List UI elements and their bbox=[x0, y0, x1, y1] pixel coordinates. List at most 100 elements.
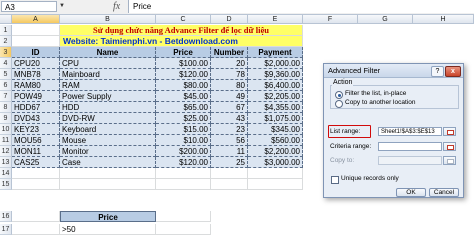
cell-number[interactable]: 78 bbox=[211, 69, 248, 80]
list-range-collapse-icon[interactable] bbox=[443, 127, 456, 136]
column-header-d[interactable]: D bbox=[211, 15, 248, 24]
cell-id[interactable]: CAS25 bbox=[12, 157, 60, 168]
row-header[interactable]: 4 bbox=[0, 58, 12, 69]
cell-payment[interactable]: $4,355.00 bbox=[248, 102, 303, 113]
cell-payment[interactable]: $1,075.00 bbox=[248, 113, 303, 124]
formula-input[interactable]: Price bbox=[128, 0, 474, 13]
website-line[interactable]: Website: Taimienphi.vn - Betdownload.com bbox=[60, 36, 303, 47]
row-header[interactable]: 10 bbox=[0, 124, 12, 135]
cell[interactable] bbox=[12, 179, 60, 190]
column-header-a[interactable]: A bbox=[12, 15, 60, 24]
column-header-e[interactable]: E bbox=[248, 15, 303, 24]
cell-number[interactable]: 49 bbox=[211, 91, 248, 102]
row-header[interactable]: 3 bbox=[0, 47, 12, 58]
row-header[interactable]: 15 bbox=[0, 179, 12, 190]
header-price[interactable]: Price bbox=[156, 47, 211, 58]
dialog-titlebar[interactable]: Advanced Filter ? x bbox=[324, 64, 463, 78]
cell-payment[interactable]: $345.00 bbox=[248, 124, 303, 135]
cell[interactable] bbox=[211, 179, 248, 190]
list-range-input[interactable]: Sheet1!$A$3:$E$13 bbox=[378, 127, 442, 136]
cell-number[interactable]: 43 bbox=[211, 113, 248, 124]
help-icon[interactable]: ? bbox=[431, 66, 444, 77]
cell-number[interactable]: 20 bbox=[211, 58, 248, 69]
cell-payment[interactable]: $9,360.00 bbox=[248, 69, 303, 80]
cell-number[interactable]: 80 bbox=[211, 80, 248, 91]
cell[interactable] bbox=[156, 179, 211, 190]
cell-name[interactable]: Mainboard bbox=[60, 69, 156, 80]
cell-price[interactable]: $45.00 bbox=[156, 91, 211, 102]
cell-payment[interactable]: $2,200.00 bbox=[248, 146, 303, 157]
row-header[interactable]: 13 bbox=[0, 157, 12, 168]
radio-copy-to-location[interactable] bbox=[335, 100, 343, 108]
header-number[interactable]: Number bbox=[211, 47, 248, 58]
copy-to-collapse-icon[interactable] bbox=[443, 156, 456, 165]
radio-copy-to-location-label[interactable]: Copy to another location bbox=[345, 99, 415, 106]
cell-price[interactable]: $25.00 bbox=[156, 113, 211, 124]
row-header[interactable]: 6 bbox=[0, 80, 12, 91]
cell-payment[interactable]: $3,000.00 bbox=[248, 157, 303, 168]
column-header-h[interactable]: H bbox=[413, 15, 474, 24]
cell-price[interactable]: $120.00 bbox=[156, 69, 211, 80]
cell[interactable] bbox=[12, 36, 60, 47]
cell-price[interactable]: $15.00 bbox=[156, 124, 211, 135]
cell[interactable] bbox=[12, 224, 60, 235]
name-box-dropdown-icon[interactable]: ▼ bbox=[59, 3, 65, 9]
cell-id[interactable]: MON11 bbox=[12, 146, 60, 157]
row-header[interactable]: 7 bbox=[0, 91, 12, 102]
cell[interactable] bbox=[211, 168, 248, 179]
ok-button[interactable]: OK bbox=[396, 188, 426, 197]
cell-price[interactable]: $65.00 bbox=[156, 102, 211, 113]
row-header[interactable]: 16 bbox=[0, 211, 12, 222]
name-box[interactable]: A3 bbox=[1, 1, 57, 12]
cell-name[interactable]: Power Supply bbox=[60, 91, 156, 102]
cell[interactable] bbox=[12, 211, 60, 222]
row-header[interactable]: 17 bbox=[0, 224, 12, 235]
cell[interactable] bbox=[248, 168, 303, 179]
row-header[interactable]: 14 bbox=[0, 168, 12, 179]
column-header-c[interactable]: C bbox=[156, 15, 211, 24]
cell[interactable] bbox=[12, 25, 60, 36]
criteria-header-price[interactable]: Price bbox=[60, 211, 156, 222]
criteria-range-input[interactable] bbox=[378, 142, 442, 151]
row-header[interactable]: 12 bbox=[0, 146, 12, 157]
cell[interactable] bbox=[12, 168, 60, 179]
cell-price[interactable]: $100.00 bbox=[156, 58, 211, 69]
cell-name[interactable]: DVD-RW bbox=[60, 113, 156, 124]
cell-price[interactable]: $10.00 bbox=[156, 135, 211, 146]
cell-payment[interactable]: $2,205.00 bbox=[248, 91, 303, 102]
row-header[interactable]: 9 bbox=[0, 113, 12, 124]
cell-id[interactable]: MNB78 bbox=[12, 69, 60, 80]
cell-id[interactable]: MOU56 bbox=[12, 135, 60, 146]
cell-id[interactable]: CPU20 bbox=[12, 58, 60, 69]
cell-number[interactable]: 56 bbox=[211, 135, 248, 146]
cell[interactable] bbox=[156, 168, 211, 179]
row-header[interactable]: 8 bbox=[0, 102, 12, 113]
cell-number[interactable]: 11 bbox=[211, 146, 248, 157]
close-icon[interactable]: x bbox=[445, 66, 461, 77]
cell-name[interactable]: CPU bbox=[60, 58, 156, 69]
cell-name[interactable]: Case bbox=[60, 157, 156, 168]
row-header[interactable]: 2 bbox=[0, 36, 12, 47]
cell-name[interactable]: Mouse bbox=[60, 135, 156, 146]
cell[interactable] bbox=[156, 211, 211, 222]
unique-records-checkbox[interactable] bbox=[331, 176, 339, 184]
cell-price[interactable]: $120.00 bbox=[156, 157, 211, 168]
cell-payment[interactable]: $2,000.00 bbox=[248, 58, 303, 69]
sheet-title[interactable]: Sử dụng chức năng Advance Filter để lọc … bbox=[60, 25, 303, 36]
cell[interactable] bbox=[248, 179, 303, 190]
cell-name[interactable]: RAM bbox=[60, 80, 156, 91]
cell-payment[interactable]: $560.00 bbox=[248, 135, 303, 146]
cell-id[interactable]: DVD43 bbox=[12, 113, 60, 124]
cell-id[interactable]: KEY23 bbox=[12, 124, 60, 135]
header-payment[interactable]: Payment bbox=[248, 47, 303, 58]
copy-to-input[interactable] bbox=[378, 156, 442, 165]
cell-id[interactable]: HDD67 bbox=[12, 102, 60, 113]
criteria-range-collapse-icon[interactable] bbox=[443, 142, 456, 151]
header-id[interactable]: ID bbox=[12, 47, 60, 58]
row-header[interactable]: 11 bbox=[0, 135, 12, 146]
select-all-corner[interactable] bbox=[0, 15, 12, 24]
cell-name[interactable]: Keyboard bbox=[60, 124, 156, 135]
column-header-g[interactable]: G bbox=[358, 15, 413, 24]
cell-name[interactable]: Monitor bbox=[60, 146, 156, 157]
radio-filter-in-place-label[interactable]: Filter the list, in-place bbox=[345, 90, 406, 97]
